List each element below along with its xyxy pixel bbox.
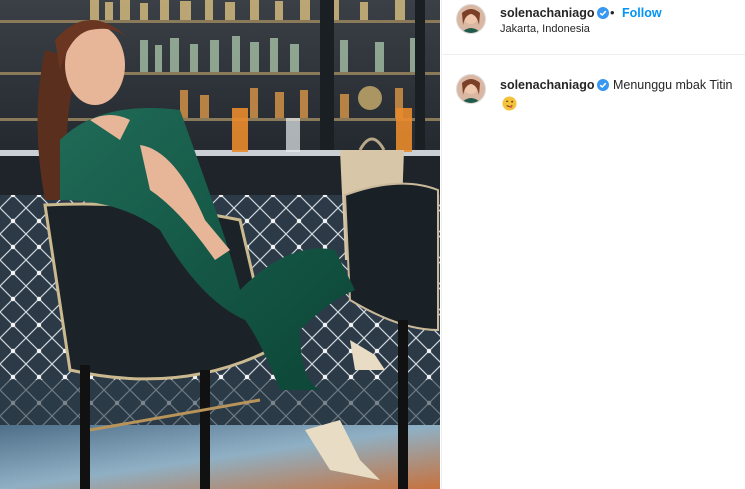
caption-text: Menunggu mbak Titin: [612, 78, 733, 92]
post-photo[interactable]: [0, 0, 440, 489]
avatar[interactable]: [456, 4, 486, 34]
post-header: solenachaniago • Follow Jakarta, Indones…: [442, 0, 745, 55]
location-link[interactable]: Jakarta, Indonesia: [500, 23, 590, 35]
wink-tongue-emoji-icon: [502, 96, 517, 116]
verified-badge-icon: [597, 7, 610, 22]
follow-button[interactable]: Follow: [622, 6, 662, 20]
username-link[interactable]: solenachaniago: [500, 6, 610, 22]
avatar[interactable]: [456, 74, 486, 104]
caption-text-block: solenachaniago Menunggu mbak Titin: [500, 77, 735, 116]
verified-badge-icon: [597, 79, 610, 96]
post-details-panel: solenachaniago • Follow Jakarta, Indones…: [441, 0, 745, 489]
username-text: solenachaniago: [500, 6, 595, 20]
caption-comment: solenachaniago Menunggu mbak Titin: [442, 60, 745, 120]
caption-username-link[interactable]: solenachaniago: [500, 78, 594, 92]
caption-username-text: solenachaniago: [500, 78, 595, 92]
separator-dot: •: [610, 5, 615, 20]
